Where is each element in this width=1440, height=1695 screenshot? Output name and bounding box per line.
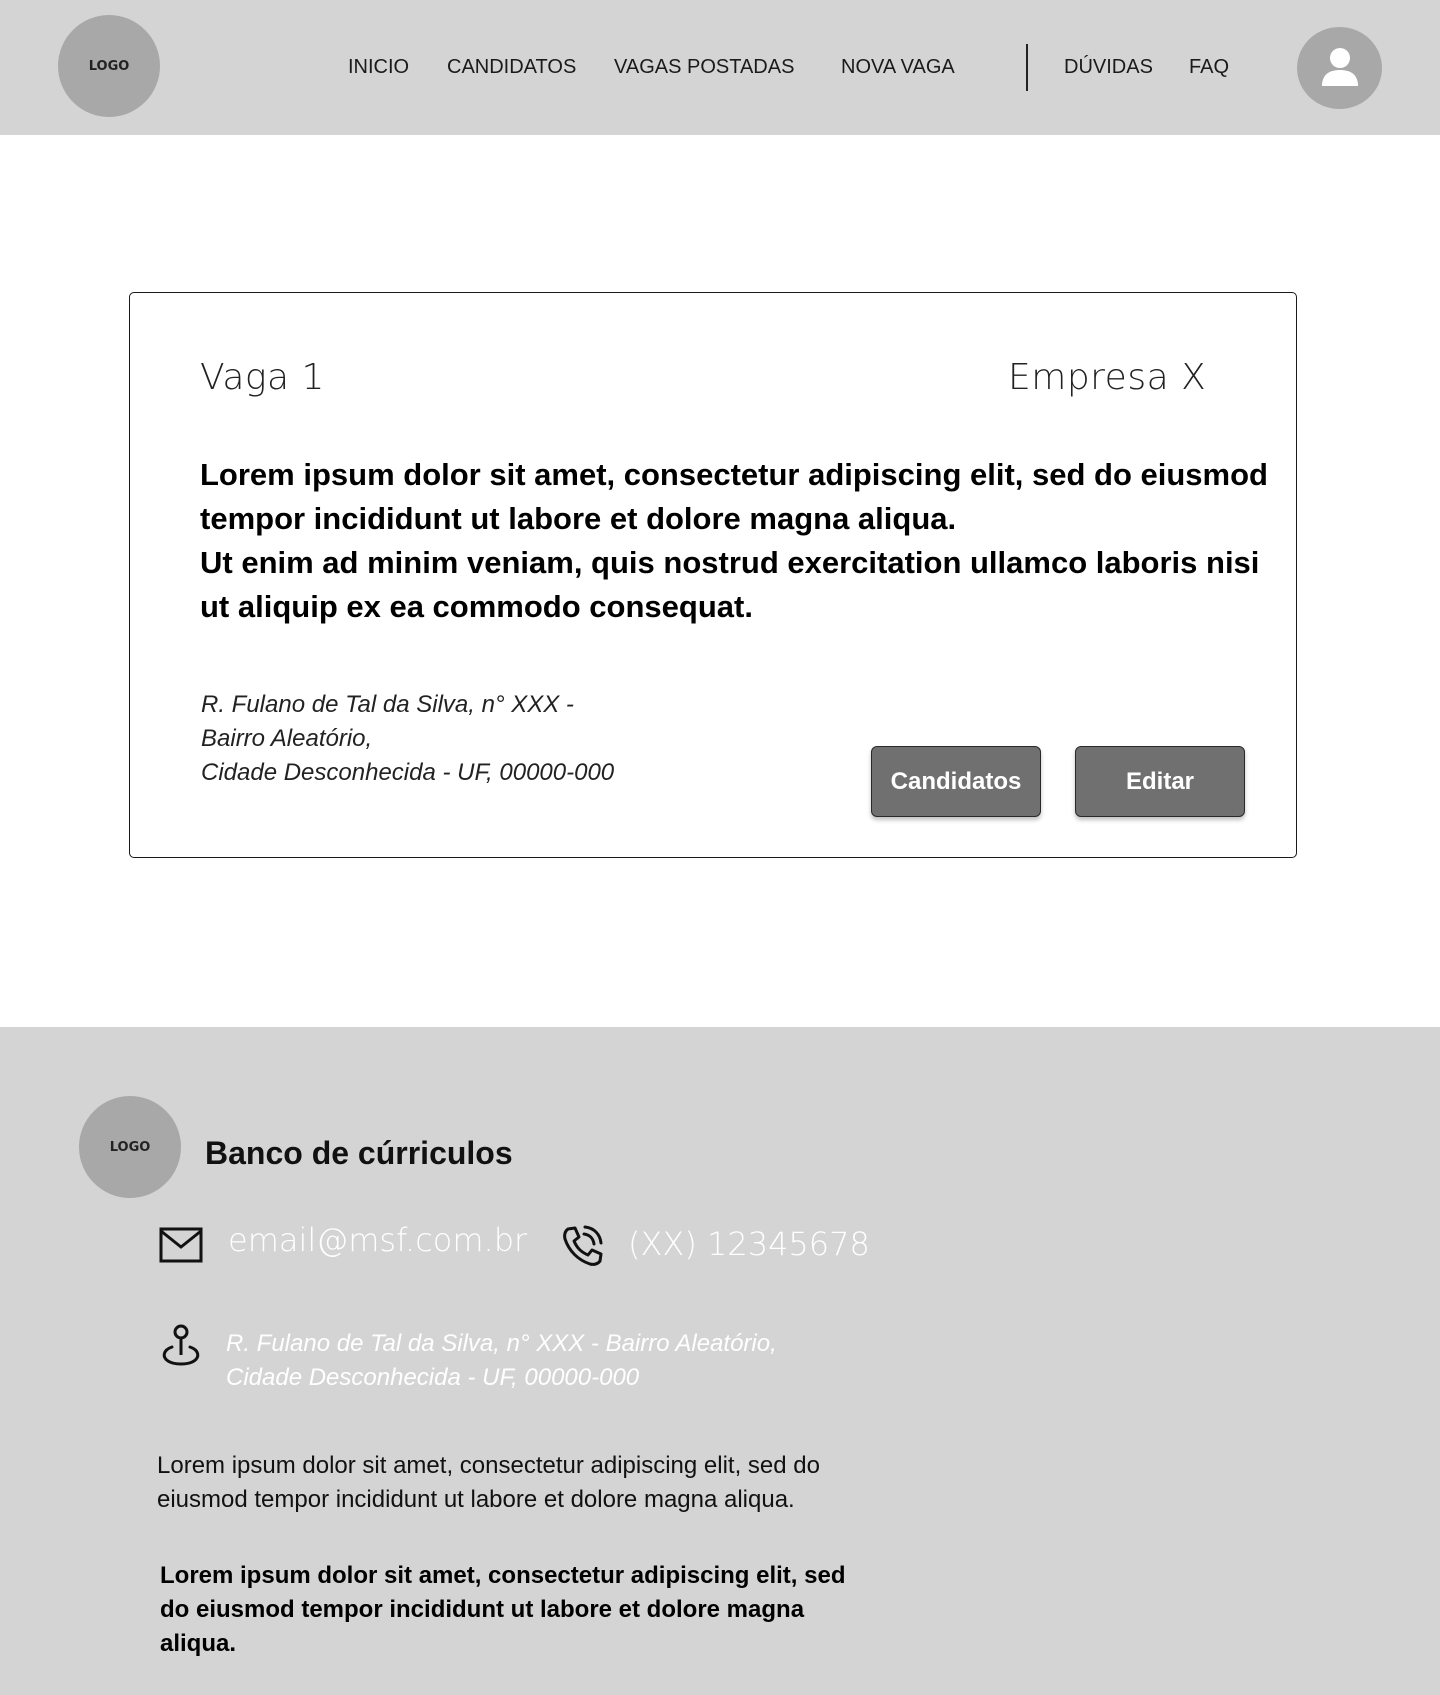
footer-phone-link[interactable]: (XX) 12345678 xyxy=(628,1225,870,1263)
editar-button[interactable]: Editar xyxy=(1075,746,1245,817)
job-title: Vaga 1 xyxy=(200,357,325,398)
job-card: Vaga 1 Empresa X Lorem ipsum dolor sit a… xyxy=(129,292,1297,858)
job-address-line-1: R. Fulano de Tal da Silva, n° XXX - xyxy=(201,691,574,718)
footer-email-link[interactable]: email@msf.com.br xyxy=(228,1221,527,1259)
top-header: LOGO INICIO CANDIDATOS VAGAS POSTADAS NO… xyxy=(0,0,1440,135)
nav-inicio[interactable]: INICIO xyxy=(348,56,409,79)
job-address-line-2: Bairro Aleatório, xyxy=(201,725,373,752)
logo-label: LOGO xyxy=(88,58,130,74)
footer: LOGO Banco de cúrriculos email@msf.com.b… xyxy=(0,1027,1440,1695)
job-address: R. Fulano de Tal da Silva, n° XXX - Bair… xyxy=(201,688,614,790)
user-icon xyxy=(1321,48,1358,86)
footer-logo[interactable]: LOGO xyxy=(79,1096,181,1198)
job-description: Lorem ipsum dolor sit amet, consectetur … xyxy=(200,453,1290,629)
location-pin-icon xyxy=(162,1324,200,1366)
footer-logo-label: LOGO xyxy=(109,1139,151,1155)
footer-address-line-1: R. Fulano de Tal da Silva, n° XXX - Bair… xyxy=(226,1330,777,1357)
nav-candidatos[interactable]: CANDIDATOS xyxy=(447,56,576,79)
nav-vagas-postadas[interactable]: VAGAS POSTADAS xyxy=(614,56,794,79)
footer-description: Lorem ipsum dolor sit amet, consectetur … xyxy=(157,1452,820,1513)
footer-brand-name: Banco de cúrriculos xyxy=(205,1135,513,1171)
user-avatar-button[interactable] xyxy=(1297,27,1382,109)
nav-faq[interactable]: FAQ xyxy=(1189,56,1229,79)
footer-address-line-2: Cidade Desconhecida - UF, 00000-000 xyxy=(226,1364,640,1391)
nav-duvidas[interactable]: DÚVIDAS xyxy=(1064,56,1153,79)
email-icon xyxy=(159,1227,203,1263)
job-address-line-3: Cidade Desconhecida - UF, 00000-000 xyxy=(201,759,615,786)
candidatos-button[interactable]: Candidatos xyxy=(871,746,1041,817)
footer-description-bold: Lorem ipsum dolor sit amet, consectetur … xyxy=(160,1562,846,1657)
footer-address: R. Fulano de Tal da Silva, n° XXX - Bair… xyxy=(226,1327,777,1395)
job-description-paragraph-2: Ut enim ad minim veniam, quis nostrud ex… xyxy=(200,545,1260,624)
nav-divider xyxy=(1026,44,1028,91)
job-description-paragraph-1: Lorem ipsum dolor sit amet, consectetur … xyxy=(200,457,1268,536)
phone-icon xyxy=(563,1225,603,1266)
nav-nova-vaga[interactable]: NOVA VAGA xyxy=(841,56,955,79)
job-company: Empresa X xyxy=(1008,357,1207,398)
logo[interactable]: LOGO xyxy=(58,15,160,117)
